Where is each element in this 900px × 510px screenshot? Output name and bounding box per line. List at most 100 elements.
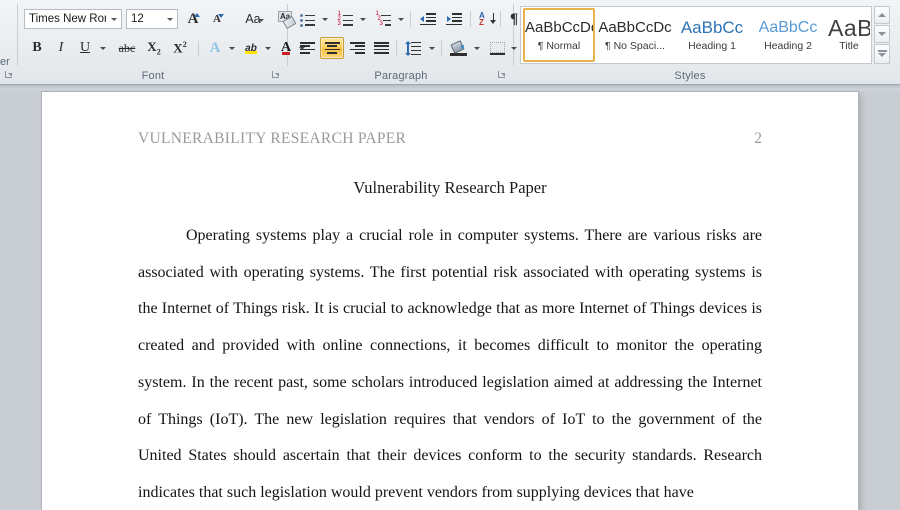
multilevel-list-icon: 1 2 3 bbox=[376, 11, 391, 27]
align-left-icon bbox=[299, 42, 315, 54]
shading-button[interactable] bbox=[446, 37, 470, 59]
more-styles-icon bbox=[877, 50, 887, 58]
justify-button[interactable] bbox=[370, 38, 392, 58]
increase-indent-icon bbox=[446, 13, 462, 25]
shrink-font-button[interactable]: A bbox=[206, 9, 228, 29]
style-preview-no-spacing: AaBbCcDc bbox=[598, 19, 672, 36]
scroll-down-icon bbox=[878, 32, 886, 36]
paragraph-divider-3 bbox=[500, 11, 501, 27]
bullets-dropdown-button[interactable] bbox=[318, 9, 330, 29]
underline-caret-icon bbox=[100, 47, 106, 50]
bold-button[interactable]: B bbox=[26, 38, 48, 58]
style-name-no-spacing: ¶ No Spaci... bbox=[605, 40, 665, 52]
styles-more-button[interactable] bbox=[874, 44, 890, 64]
font-dialog-launcher[interactable] bbox=[271, 70, 282, 81]
bullets-button[interactable] bbox=[296, 9, 318, 29]
body-paragraph: Operating systems play a crucial role in… bbox=[138, 227, 762, 501]
style-item-title[interactable]: AaBІ Title bbox=[827, 8, 871, 62]
highlight-dropdown-button[interactable] bbox=[261, 38, 274, 58]
strikethrough-button[interactable]: abc bbox=[114, 38, 140, 58]
align-right-button[interactable] bbox=[346, 38, 368, 58]
subscript-icon: X2 bbox=[147, 39, 161, 57]
style-preview-heading-1: AaBbCс bbox=[680, 18, 744, 37]
decrease-indent-icon bbox=[420, 13, 436, 25]
paragraph-group-label: Paragraph bbox=[374, 70, 428, 82]
italic-button[interactable]: I bbox=[50, 38, 72, 58]
text-effects-dropdown-button[interactable] bbox=[225, 38, 238, 58]
style-name-normal: ¶ Normal bbox=[537, 40, 581, 52]
paragraph-dialog-launcher[interactable] bbox=[497, 70, 508, 81]
highlight-icon: ab bbox=[245, 42, 257, 54]
styles-scroll-down-button[interactable] bbox=[874, 25, 890, 43]
style-item-normal[interactable]: AaBbCcDc ¶ Normal bbox=[523, 8, 595, 62]
grow-font-button[interactable]: A bbox=[182, 9, 204, 29]
page-header: VULNERABILITY RESEARCH PAPER 2 bbox=[138, 130, 762, 148]
line-spacing-dropdown-button[interactable] bbox=[425, 38, 437, 58]
style-preview-normal: AaBbCcDc bbox=[525, 19, 593, 36]
paragraph-group: 1 2 3 1 2 3 A Z ¶ Paragraph bbox=[288, 0, 518, 84]
align-left-button[interactable] bbox=[296, 38, 318, 58]
line-spacing-icon bbox=[405, 40, 422, 56]
grow-arrow-icon bbox=[194, 13, 200, 17]
style-item-no-spacing[interactable]: AaBbCcDc ¶ No Spaci... bbox=[597, 8, 673, 62]
document-body[interactable]: Operating systems play a crucial role in… bbox=[138, 218, 762, 510]
clipboard-group-label: er bbox=[0, 56, 10, 68]
multilevel-list-dropdown-button[interactable] bbox=[394, 9, 406, 29]
highlight-color-button[interactable]: ab bbox=[240, 38, 262, 58]
numbering-dropdown-button[interactable] bbox=[356, 9, 368, 29]
font-name-dropdown-icon[interactable] bbox=[106, 10, 121, 28]
shading-icon bbox=[449, 39, 467, 56]
superscript-button[interactable]: X2 bbox=[168, 38, 192, 58]
clipboard-dialog-launcher[interactable] bbox=[4, 70, 15, 81]
font-name-value: Times New Rom bbox=[29, 13, 106, 25]
style-name-heading-1: Heading 1 bbox=[688, 40, 736, 52]
decrease-indent-button[interactable] bbox=[416, 9, 440, 29]
font-size-combo[interactable]: 12 bbox=[126, 9, 178, 29]
styles-gallery: AaBbCcDc ¶ Normal AaBbCcDc ¶ No Spaci...… bbox=[520, 6, 872, 64]
borders-icon bbox=[489, 41, 505, 55]
ribbon: er Times New Rom 12 A A Aa Aa B I U abc … bbox=[0, 0, 900, 85]
style-preview-title: AaBІ bbox=[828, 18, 870, 38]
styles-scroll-up-button[interactable] bbox=[874, 6, 890, 24]
strikethrough-icon: abc bbox=[118, 40, 136, 55]
underline-icon: U bbox=[79, 40, 91, 55]
italic-icon: I bbox=[58, 40, 64, 55]
styles-group: AaBbCcDc ¶ Normal AaBbCcDc ¶ No Spaci...… bbox=[514, 0, 900, 84]
bullets-caret-icon bbox=[322, 18, 328, 21]
paragraph-divider-5 bbox=[441, 40, 442, 56]
underline-button[interactable]: U bbox=[74, 38, 96, 58]
styles-group-label: Styles bbox=[674, 70, 706, 82]
highlight-caret-icon bbox=[265, 47, 271, 50]
font-size-dropdown-icon[interactable] bbox=[162, 10, 177, 28]
document-title: Vulnerability Research Paper bbox=[353, 178, 547, 197]
subscript-button[interactable]: X2 bbox=[142, 38, 166, 58]
superscript-icon: X2 bbox=[173, 39, 187, 56]
font-size-value: 12 bbox=[131, 13, 144, 25]
style-item-heading-2[interactable]: AaBbCc Heading 2 bbox=[751, 8, 825, 62]
style-name-title: Title bbox=[839, 40, 859, 52]
paragraph-divider-1 bbox=[410, 11, 411, 27]
change-case-button[interactable]: Aa bbox=[238, 9, 268, 29]
underline-dropdown-button[interactable] bbox=[96, 38, 109, 58]
font-name-combo[interactable]: Times New Rom bbox=[24, 9, 122, 29]
align-center-button[interactable] bbox=[320, 37, 344, 59]
line-spacing-button[interactable] bbox=[402, 38, 426, 58]
numbering-caret-icon bbox=[360, 18, 366, 21]
shading-dropdown-button[interactable] bbox=[470, 38, 482, 58]
document-page[interactable]: VULNERABILITY RESEARCH PAPER 2 Vulnerabi… bbox=[42, 92, 858, 510]
bold-icon: B bbox=[32, 40, 42, 55]
style-item-heading-1[interactable]: AaBbCс Heading 1 bbox=[675, 8, 749, 62]
borders-button[interactable] bbox=[486, 38, 508, 58]
numbering-icon: 1 2 3 bbox=[338, 11, 353, 27]
paragraph-divider-2 bbox=[470, 11, 471, 27]
text-effects-button[interactable]: A bbox=[204, 38, 226, 58]
document-canvas: VULNERABILITY RESEARCH PAPER 2 Vulnerabi… bbox=[0, 85, 900, 510]
align-center-icon bbox=[324, 42, 340, 54]
paragraph-divider-4 bbox=[396, 40, 397, 56]
sort-button[interactable]: AZ bbox=[476, 8, 498, 30]
line-spacing-caret-icon bbox=[429, 47, 435, 50]
text-effects-icon: A bbox=[209, 39, 221, 56]
multilevel-list-button[interactable]: 1 2 3 bbox=[372, 9, 394, 29]
numbering-button[interactable]: 1 2 3 bbox=[334, 9, 356, 29]
increase-indent-button[interactable] bbox=[442, 9, 466, 29]
